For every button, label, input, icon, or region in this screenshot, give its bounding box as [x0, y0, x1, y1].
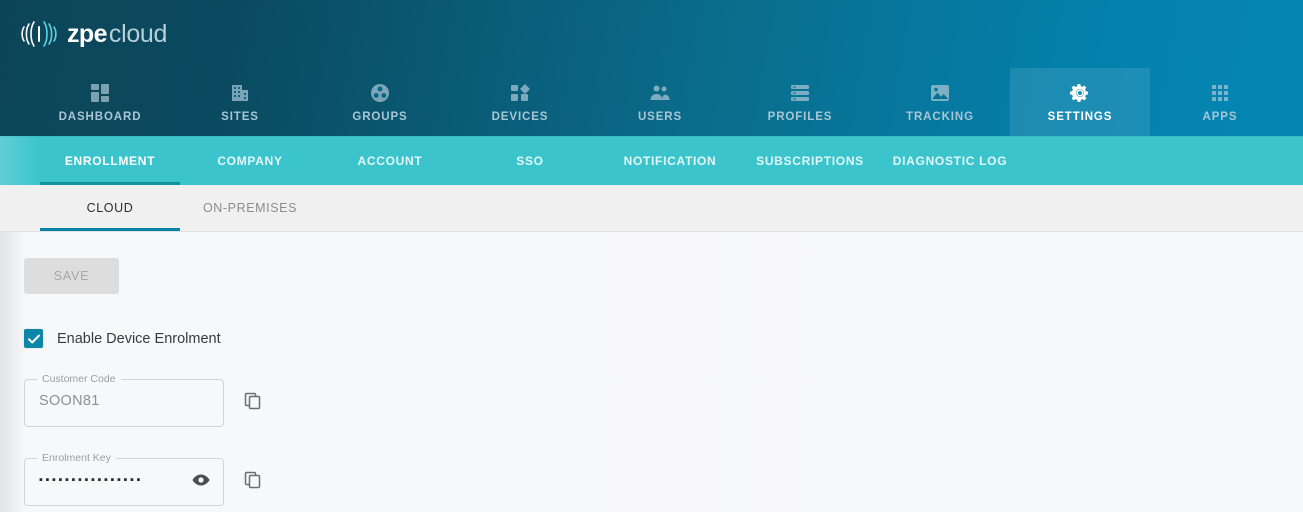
leveltabs-left-spacer [0, 185, 40, 231]
enable-device-enrolment-row: Enable Device Enrolment [24, 329, 1303, 348]
group-circle-icon [369, 82, 391, 104]
tab-company[interactable]: COMPANY [180, 136, 320, 185]
brand-logo[interactable]: zpe cloud [20, 17, 167, 51]
tab-enrollment[interactable]: ENROLLMENT [40, 136, 180, 185]
nav-item-tracking[interactable]: TRACKING [870, 68, 1010, 136]
enrolment-key-row: Enrolment Key ▪▪▪▪▪▪▪▪▪▪▪▪▪▪▪▪ [24, 453, 1303, 506]
checkmark-icon [27, 332, 41, 346]
settings-tab-bar: ENROLLMENT COMPANY ACCOUNT SSO NOTIFICAT… [0, 136, 1303, 185]
tab-label-diagnostic-log: DIAGNOSTIC LOG [892, 153, 1008, 168]
nav-label-groups: GROUPS [352, 110, 408, 123]
main-navigation: DASHBOARD SITES GROUPS DEVICES USERS PRO… [0, 68, 1303, 136]
tab-label-company: COMPANY [217, 153, 283, 168]
nav-item-settings[interactable]: SETTINGS [1010, 68, 1150, 136]
enrollment-cloud-panel: SAVE Enable Device Enrolment Customer Co… [0, 232, 1303, 512]
tab-label-sso: SSO [516, 153, 544, 168]
profiles-list-icon [789, 82, 811, 104]
nav-label-users: USERS [637, 110, 683, 123]
enable-device-enrolment-checkbox[interactable] [24, 329, 43, 348]
nav-item-sites[interactable]: SITES [170, 68, 310, 136]
nav-label-dashboard: DASHBOARD [58, 110, 142, 123]
tab-account[interactable]: ACCOUNT [320, 136, 460, 185]
customer-code-field[interactable]: Customer Code SOON81 [24, 374, 224, 427]
tab-subscriptions[interactable]: SUBSCRIPTIONS [740, 136, 880, 185]
copy-customer-code-icon[interactable] [242, 390, 264, 412]
tab-label-subscriptions: SUBSCRIPTIONS [756, 153, 864, 168]
apps-dots-grid-icon [1209, 82, 1231, 104]
nav-item-profiles[interactable]: PROFILES [730, 68, 870, 136]
tab-diagnostic-log[interactable]: DIAGNOSTIC LOG [880, 136, 1020, 185]
nav-left-spacer [0, 68, 30, 136]
logo-row: zpe cloud [0, 0, 1303, 68]
app-header: zpe cloud DASHBOARD SITES GROUPS DEVICES… [0, 0, 1303, 136]
nav-label-settings: SETTINGS [1047, 110, 1113, 123]
nav-label-devices: DEVICES [491, 110, 549, 123]
subnav-left-spacer [0, 136, 40, 185]
enrollment-subtab-bar: CLOUD ON-PREMISES [0, 185, 1303, 232]
save-button[interactable]: SAVE [24, 258, 119, 294]
nav-item-groups[interactable]: GROUPS [310, 68, 450, 136]
eye-icon[interactable] [190, 469, 212, 491]
nav-item-dashboard[interactable]: DASHBOARD [30, 68, 170, 136]
tracking-map-image-icon [929, 82, 951, 104]
brand-name-light: cloud [108, 19, 168, 48]
tab-sso[interactable]: SSO [460, 136, 600, 185]
zpe-waves-logo-icon [20, 17, 58, 51]
nav-label-apps: APPS [1202, 110, 1238, 123]
subtab-label-on-premises: ON-PREMISES [202, 201, 298, 215]
tab-label-enrollment: ENROLLMENT [64, 153, 156, 168]
nav-label-sites: SITES [221, 110, 259, 123]
enrolment-key-value: ▪▪▪▪▪▪▪▪▪▪▪▪▪▪▪▪ [39, 473, 143, 486]
subtab-cloud[interactable]: CLOUD [40, 185, 180, 231]
copy-enrolment-key-icon[interactable] [242, 469, 264, 491]
gear-icon [1069, 82, 1091, 104]
customer-code-value: SOON81 [39, 392, 100, 409]
users-people-icon [649, 82, 671, 104]
enrolment-key-field[interactable]: Enrolment Key ▪▪▪▪▪▪▪▪▪▪▪▪▪▪▪▪ [24, 453, 224, 506]
customer-code-row: Customer Code SOON81 [24, 374, 1303, 427]
nav-item-devices[interactable]: DEVICES [450, 68, 590, 136]
nav-item-users[interactable]: USERS [590, 68, 730, 136]
nav-label-profiles: PROFILES [767, 110, 833, 123]
dashboard-grid-icon [89, 82, 111, 104]
brand-name-bold: zpe [67, 19, 107, 48]
tab-notification[interactable]: NOTIFICATION [600, 136, 740, 185]
tab-label-account: ACCOUNT [357, 153, 423, 168]
devices-squares-icon [509, 82, 531, 104]
tab-label-notification: NOTIFICATION [623, 153, 717, 168]
nav-label-tracking: TRACKING [906, 110, 974, 123]
enable-device-enrolment-label: Enable Device Enrolment [57, 330, 221, 347]
subtab-label-cloud: CLOUD [86, 201, 134, 215]
subtab-on-premises[interactable]: ON-PREMISES [180, 185, 320, 231]
nav-item-apps[interactable]: APPS [1150, 68, 1290, 136]
building-icon [229, 82, 251, 104]
app-root: zpe cloud DASHBOARD SITES GROUPS DEVICES… [0, 0, 1303, 512]
